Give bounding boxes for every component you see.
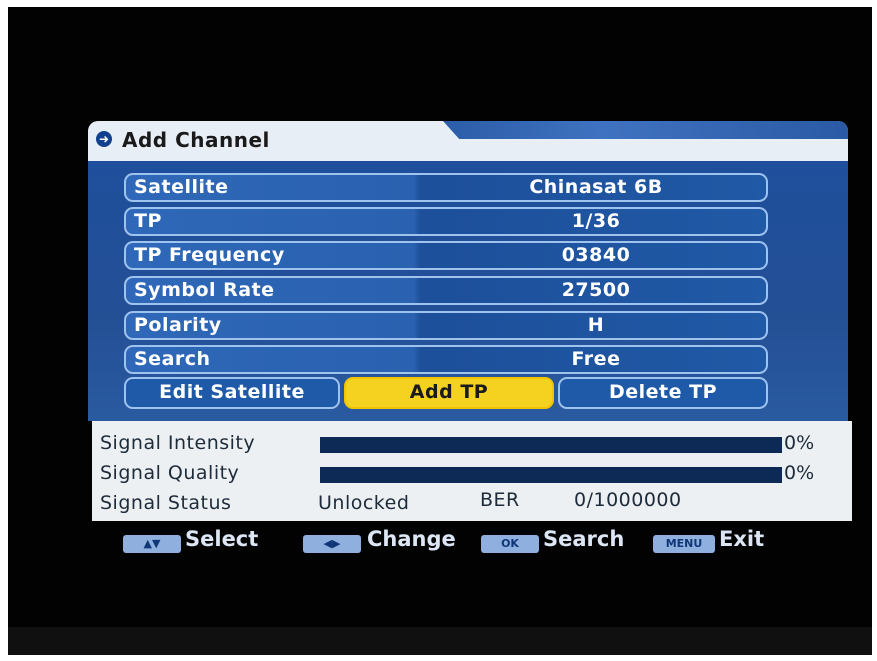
- signal-intensity-percent: 0%: [784, 432, 815, 454]
- left-right-arrows-icon: ◀▶: [303, 535, 361, 553]
- signal-intensity-label: Signal Intensity: [100, 432, 256, 454]
- signal-status-label: Signal Status: [100, 492, 232, 514]
- ber-value: 0/1000000: [574, 489, 682, 511]
- signal-panel: Signal Intensity 0% Signal Quality 0% Si…: [92, 421, 852, 521]
- edit-satellite-button[interactable]: Edit Satellite: [124, 377, 340, 409]
- up-down-arrows-icon: ▲▼: [123, 535, 181, 553]
- row-label: Satellite: [134, 176, 229, 198]
- row-label: Symbol Rate: [134, 279, 275, 301]
- signal-quality-bar: [320, 467, 782, 483]
- arrow-circle-icon: ➜: [96, 131, 112, 147]
- menu-key-icon: MENU: [653, 535, 715, 553]
- row-value: 03840: [561, 244, 631, 266]
- title-bar: ➜ Add Channel: [88, 121, 848, 161]
- row-tp[interactable]: TP 1/36: [124, 207, 768, 236]
- row-value: Free: [571, 348, 621, 370]
- select-hint: Select: [185, 527, 259, 551]
- row-symbol-rate[interactable]: Symbol Rate 27500: [124, 276, 768, 305]
- tv-screen: ➜ Add Channel Satellite Chinasat 6B TP 1…: [8, 7, 872, 655]
- page-title: Add Channel: [122, 128, 270, 152]
- ok-key-icon: OK: [481, 535, 539, 553]
- row-satellite[interactable]: Satellite Chinasat 6B: [124, 173, 768, 202]
- row-value: 27500: [561, 279, 631, 301]
- signal-status-value: Unlocked: [318, 492, 410, 514]
- row-value: H: [587, 314, 605, 336]
- row-value: Chinasat 6B: [529, 176, 663, 198]
- row-label: Search: [134, 348, 211, 370]
- search-hint: Search: [543, 527, 625, 551]
- signal-intensity-bar: [320, 437, 782, 453]
- row-label: TP Frequency: [134, 244, 285, 266]
- change-hint: Change: [367, 527, 456, 551]
- row-label: Polarity: [134, 314, 222, 336]
- row-search[interactable]: Search Free: [124, 345, 768, 374]
- row-value: 1/36: [571, 210, 621, 232]
- exit-hint: Exit: [719, 527, 765, 551]
- row-label: TP: [134, 210, 162, 232]
- ber-label: BER: [480, 489, 520, 511]
- row-polarity[interactable]: Polarity H: [124, 311, 768, 340]
- signal-quality-percent: 0%: [784, 462, 815, 484]
- row-tp-frequency[interactable]: TP Frequency 03840: [124, 241, 768, 270]
- title-decoration: [443, 121, 848, 139]
- bezel-strip: [8, 627, 872, 655]
- key-hints: ▲▼ Select ◀▶ Change OK Search MENU Exit: [123, 527, 823, 559]
- add-tp-button[interactable]: Add TP: [344, 377, 554, 409]
- delete-tp-button[interactable]: Delete TP: [558, 377, 768, 409]
- signal-quality-label: Signal Quality: [100, 462, 240, 484]
